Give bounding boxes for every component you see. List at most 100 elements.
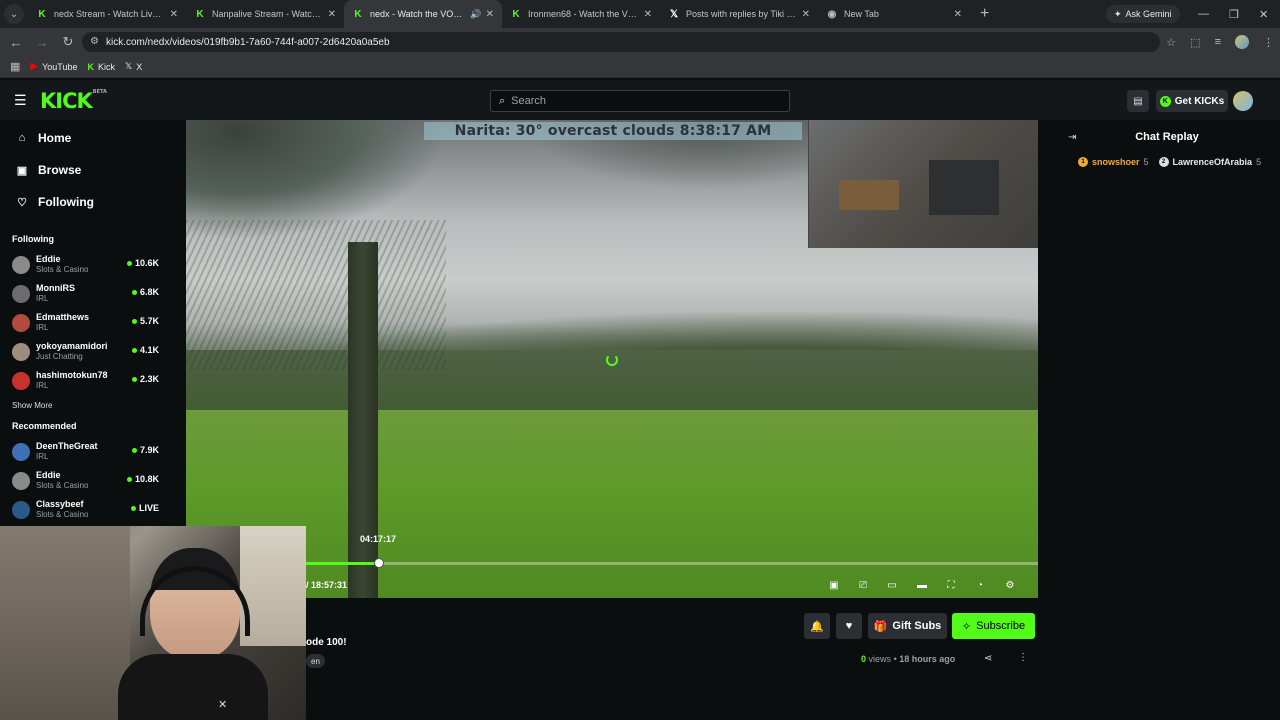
media-control-icon[interactable]: ≡ — [1215, 36, 1221, 48]
channel-item[interactable]: yokoyamamidori Just Chatting 4.1K — [0, 337, 170, 366]
channel-avatar — [12, 371, 30, 390]
close-tab-icon[interactable]: ✕ — [802, 9, 810, 20]
viewer-count-value: 7.9K — [139, 445, 159, 455]
close-tab-icon[interactable]: ✕ — [328, 9, 336, 20]
browser-tab[interactable]: ◉ New Tab ✕ — [818, 0, 970, 28]
hamburger-menu-icon[interactable]: ☰ — [14, 92, 27, 109]
viewer-count-value: 4.1K — [139, 345, 159, 355]
tab-title: New Tab — [844, 9, 879, 19]
viewer-count: 4.1K — [131, 345, 159, 355]
channel-category: Slots & Casino — [36, 481, 89, 490]
playback-speed-icon[interactable]: ◔ — [973, 578, 987, 592]
viewer-count-value: 6.8K — [139, 287, 159, 297]
chat-username[interactable]: LawrenceOfArabia — [1173, 157, 1253, 167]
gift-icon: 🎁 — [873, 620, 888, 633]
settings-gear-icon[interactable]: ⚙ — [1003, 578, 1017, 592]
tab-title: Posts with replies by Tiki NedX — [686, 9, 798, 19]
language-tag[interactable]: en — [306, 654, 325, 668]
captions-icon[interactable]: ▭ — [885, 578, 899, 592]
channel-avatar — [12, 313, 30, 332]
browser-tab-active[interactable]: K nedx - Watch the VOD on Kick 🔊 ✕ — [344, 0, 502, 28]
site-info-icon[interactable]: ⚙ — [90, 36, 99, 47]
channel-name: Eddie — [36, 470, 61, 480]
bookmark-kick[interactable]: K Kick — [87, 62, 115, 72]
sub-badge-icon: 2 — [1158, 157, 1169, 167]
get-kicks-button[interactable]: K Get KICKs — [1156, 90, 1228, 112]
channel-item[interactable]: Classybeef Slots & Casino LIVE — [0, 495, 170, 524]
chrome-favicon-icon: ◉ — [827, 8, 837, 20]
bookmark-x[interactable]: 𝕏 X — [125, 61, 142, 72]
bookmarks-bar: ▦ ▶ YouTube K Kick 𝕏 X — [0, 56, 1280, 78]
share-icon[interactable]: ⋖ — [984, 653, 992, 664]
close-tab-icon[interactable]: ✕ — [644, 9, 652, 20]
kick-logo[interactable]: KICKBETA — [40, 89, 107, 113]
star-icon: ✧ — [961, 620, 972, 633]
creator-dashboard-button[interactable]: ▤ — [1127, 90, 1149, 112]
more-options-icon[interactable]: ⋮ — [1018, 652, 1028, 663]
follow-heart-button[interactable]: ♥ — [836, 613, 862, 639]
browser-tab[interactable]: 𝕏 Posts with replies by Tiki NedX ✕ — [660, 0, 818, 28]
views-label: views — [868, 654, 892, 664]
gemini-sparkle-icon: ✦ — [1114, 8, 1122, 19]
video-scenery — [348, 242, 378, 598]
subscribe-button[interactable]: ✧ Subscribe — [952, 613, 1035, 639]
maximize-icon[interactable]: ❐ — [1229, 0, 1239, 28]
minimize-icon[interactable]: — — [1198, 0, 1209, 28]
kick-favicon-icon: K — [196, 8, 204, 20]
seek-bar-progress — [306, 562, 380, 565]
close-tab-icon[interactable]: ✕ — [486, 9, 494, 20]
seek-bar[interactable] — [306, 558, 1038, 568]
show-more-link[interactable]: Show More — [0, 395, 170, 415]
tab-search-button[interactable]: ⌄ — [4, 4, 24, 24]
bookmark-star-icon[interactable]: ☆ — [1166, 36, 1176, 49]
channel-item[interactable]: DeenTheGreat IRL 7.9K — [0, 437, 170, 466]
notification-bell-button[interactable]: 🔔 — [804, 613, 830, 639]
browser-tab[interactable]: K nedx Stream - Watch Live on Kick ✕ — [28, 0, 186, 28]
channel-name: Eddie — [36, 254, 61, 264]
sidebar-item-following[interactable]: ♡ Following — [0, 186, 170, 218]
theater-mode-icon[interactable]: ▬ — [915, 578, 929, 592]
channel-item[interactable]: Eddie Slots & Casino 10.6K — [0, 250, 170, 279]
channel-item[interactable]: hashimotokun78 IRL 2.3K — [0, 366, 170, 395]
pip-icon[interactable]: ▣ — [827, 578, 841, 592]
chrome-menu-icon[interactable]: ⋮ — [1263, 36, 1274, 49]
fullscreen-icon[interactable]: ⛶ — [944, 578, 958, 592]
new-tab-plus-icon[interactable]: + — [980, 5, 989, 23]
search-input[interactable]: ⌕ Search — [490, 90, 790, 112]
bookmark-label: Kick — [97, 61, 115, 72]
browser-tab[interactable]: K Ironmen68 - Watch the VOD on Kick ✕ — [502, 0, 660, 28]
profile-icon[interactable] — [1235, 35, 1249, 49]
channel-category: Slots & Casino — [36, 265, 89, 274]
close-window-icon[interactable]: ✕ — [1259, 0, 1268, 28]
apps-grid-icon[interactable]: ▦ — [10, 60, 20, 73]
ask-gemini-button[interactable]: ✦ Ask Gemini — [1106, 5, 1180, 23]
close-tab-icon[interactable]: ✕ — [954, 9, 962, 20]
sidebar-item-home[interactable]: ⌂ Home — [0, 122, 170, 154]
chat-username[interactable]: snowshoer — [1092, 157, 1140, 167]
video-player[interactable]: Narita: 30° overcast clouds 8:38:17 AM 0… — [186, 120, 1038, 598]
channel-name: DeenTheGreat — [36, 441, 98, 451]
extensions-icon[interactable]: ⬚ — [1190, 36, 1200, 49]
bookmark-label: X — [136, 61, 143, 72]
channel-item[interactable]: Eddie Slots & Casino 10.8K — [0, 466, 170, 495]
user-avatar[interactable] — [1233, 91, 1253, 111]
kick-favicon-icon: K — [354, 8, 362, 20]
bookmark-youtube[interactable]: ▶ YouTube — [30, 61, 77, 72]
audio-playing-icon[interactable]: 🔊 — [470, 9, 481, 20]
channel-item[interactable]: Edmatthews IRL 5.7K — [0, 308, 170, 337]
back-arrow-icon[interactable]: ← — [6, 35, 26, 50]
webcam-person — [118, 654, 268, 720]
forward-arrow-icon[interactable]: → — [32, 35, 52, 50]
sidebar-item-browse[interactable]: ▣ Browse — [0, 154, 170, 186]
close-tab-icon[interactable]: ✕ — [170, 9, 178, 20]
sub-badge-icon: 1 — [1078, 157, 1088, 167]
clip-icon[interactable]: ⎚ — [856, 578, 870, 592]
reload-icon[interactable]: ↻ — [58, 34, 78, 50]
gift-subs-button[interactable]: 🎁 Gift Subs — [868, 613, 947, 639]
channel-item[interactable]: MonniRS IRL 6.8K — [0, 279, 170, 308]
browser-tab[interactable]: K Nanpalive Stream - Watch Live on Kick … — [186, 0, 344, 28]
webcam-background — [0, 526, 130, 720]
address-bar[interactable]: ⚙ kick.com/nedx/videos/019fb9b1-7a60-744… — [82, 32, 1160, 52]
viewer-count: 7.9K — [131, 445, 159, 455]
loading-spinner-icon — [606, 354, 618, 366]
